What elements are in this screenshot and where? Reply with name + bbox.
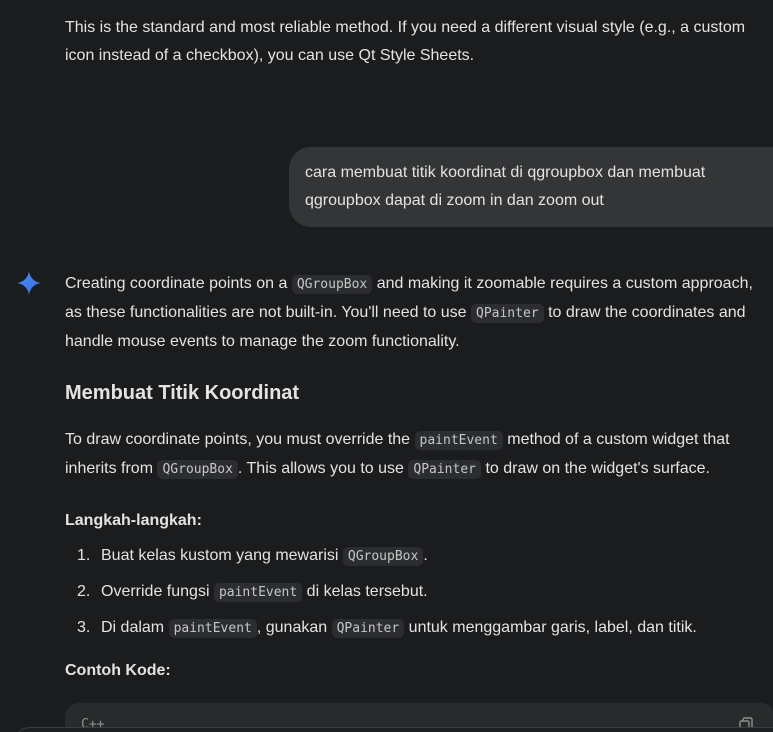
list-item: 1. Buat kelas kustom yang mewarisi QGroup… <box>65 542 428 571</box>
inline-code-qpainter: QPainter <box>408 460 481 479</box>
list-item-text: , gunakan <box>256 619 332 636</box>
response-intro-paragraph: Creating coordinate points on a QGroupBo… <box>65 270 765 356</box>
inline-code-qgroupbox: QGroupBox <box>342 547 424 566</box>
intro-text-1: Creating coordinate points on a <box>65 275 292 292</box>
list-item-number: 1. <box>77 547 91 564</box>
code-heading: Contoh Kode: <box>65 662 171 679</box>
list-item-number: 2. <box>77 583 91 600</box>
para-text-1: To draw coordinate points, you must over… <box>65 431 415 448</box>
previous-answer-text: This is the standard and most reliable m… <box>65 19 746 64</box>
chat-view: This is the standard and most reliable m… <box>0 0 773 732</box>
section-paragraph: To draw coordinate points, you must over… <box>65 426 765 484</box>
response-intro: Creating coordinate points on a QGroupBo… <box>65 270 765 356</box>
list-item: 3. Di dalam paintEvent, gunakan QPainter … <box>65 614 697 643</box>
inline-code-qpainter: QPainter <box>471 304 544 323</box>
steps-heading: Langkah-langkah: <box>65 512 202 529</box>
list-item-text: di kelas tersebut. <box>302 583 428 600</box>
list-item-text: Override fungsi <box>101 583 214 600</box>
list-item-text: Di dalam <box>101 619 169 636</box>
user-message-text: cara membuat titik koordinat di qgroupbo… <box>305 164 706 209</box>
inline-code-paintevent: paintEvent <box>168 619 257 638</box>
list-item-number: 3. <box>77 619 91 636</box>
section-heading: Membuat Titik Koordinat <box>65 382 300 404</box>
inline-code-qpainter: QPainter <box>331 619 405 638</box>
prompt-input-box[interactable] <box>14 727 773 732</box>
previous-answer: This is the standard and most reliable m… <box>65 14 765 70</box>
inline-code-paintevent: paintEvent <box>213 583 303 602</box>
section-paragraph-text: To draw coordinate points, you must over… <box>65 426 765 484</box>
para-text-4: to draw on the widget's surface. <box>481 460 710 477</box>
user-message-bubble: cara membuat titik koordinat di qgroupbo… <box>289 147 773 227</box>
inline-code-paintevent: paintEvent <box>414 431 503 450</box>
para-text-3: . This allows you to use <box>237 460 409 477</box>
list-item-text: untuk menggambar garis, label, dan titik… <box>404 619 697 636</box>
list-item: 2. Override fungsi paintEvent di kelas te… <box>65 578 428 607</box>
inline-code-qgroupbox: QGroupBox <box>291 275 373 294</box>
list-item-text: . <box>423 547 428 564</box>
inline-code-qgroupbox: QGroupBox <box>157 460 238 479</box>
list-item-text: Buat kelas kustom yang mewarisi <box>101 547 343 564</box>
gemini-spark-icon <box>17 271 41 295</box>
